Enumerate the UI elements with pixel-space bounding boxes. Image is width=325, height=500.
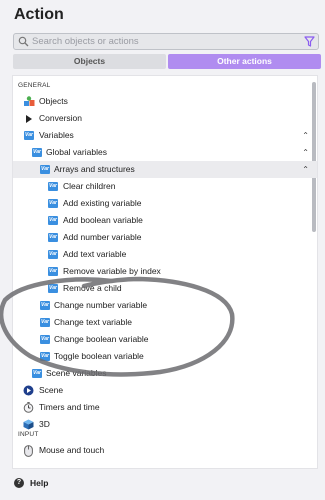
tree-label: Clear children xyxy=(63,181,116,191)
section-general: GENERAL xyxy=(18,82,51,89)
tree-item-conversion[interactable]: Conversion xyxy=(13,110,317,127)
tree-item-scene-variables[interactable]: Var Scene variables xyxy=(13,365,317,382)
variable-icon: Var xyxy=(40,335,50,344)
tree-item-3d[interactable]: 3D xyxy=(13,416,317,433)
tree-item-add-text-variable[interactable]: Var Add text variable xyxy=(13,246,317,263)
variable-icon: Var xyxy=(32,369,42,378)
tree-item-clear-children[interactable]: Var Clear children xyxy=(13,178,317,195)
tree-label: Remove a child xyxy=(63,283,122,293)
tree-item-remove-variable-by-index[interactable]: Var Remove variable by index xyxy=(13,263,317,280)
search-bar[interactable] xyxy=(13,33,319,50)
cube-3d-icon xyxy=(23,419,34,430)
tree-label: Global variables xyxy=(46,147,107,157)
tree-item-mouse-and-touch[interactable]: Mouse and touch xyxy=(13,442,317,459)
tree-item-add-existing-variable[interactable]: Var Add existing variable xyxy=(13,195,317,212)
variable-icon: Var xyxy=(48,233,58,242)
tree-label: Conversion xyxy=(39,113,82,123)
chevron-right-icon xyxy=(26,115,32,123)
help-label: Help xyxy=(30,477,49,488)
filter-icon[interactable] xyxy=(304,36,315,47)
tree-item-scene[interactable]: Scene xyxy=(13,382,317,399)
tree-item-change-text-variable[interactable]: Var Change text variable xyxy=(13,314,317,331)
tree-label: 3D xyxy=(39,419,50,429)
tree-item-toggle-boolean-variable[interactable]: Var Toggle boolean variable xyxy=(13,348,317,365)
tree-item-change-boolean-variable[interactable]: Var Change boolean variable xyxy=(13,331,317,348)
section-input: INPUT xyxy=(18,431,39,438)
tree-label: Add existing variable xyxy=(63,198,142,208)
tree-label: Arrays and structures xyxy=(54,164,135,174)
action-tree-panel: GENERAL Objects Conversion Var Variables… xyxy=(12,75,318,469)
tree-label: Variables xyxy=(39,130,74,140)
tree-label: Add number variable xyxy=(63,232,142,242)
tree-item-change-number-variable[interactable]: Var Change number variable xyxy=(13,297,317,314)
tree-label: Toggle boolean variable xyxy=(54,351,144,361)
variable-icon: Var xyxy=(48,199,58,208)
variable-icon: Var xyxy=(32,148,42,157)
tree-label: Scene xyxy=(39,385,64,395)
objects-icon xyxy=(24,96,35,106)
variable-icon: Var xyxy=(40,352,50,361)
tree-item-arrays-and-structures[interactable]: Var Arrays and structures ⌃ xyxy=(13,161,317,178)
mouse-icon xyxy=(24,445,33,457)
variable-icon: Var xyxy=(40,165,50,174)
search-input[interactable] xyxy=(32,34,292,49)
variable-icon: Var xyxy=(48,250,58,259)
timer-icon xyxy=(23,402,34,413)
variable-icon: Var xyxy=(48,182,58,191)
scene-icon xyxy=(23,385,34,396)
variable-icon: Var xyxy=(48,284,58,293)
tree-label: Mouse and touch xyxy=(39,445,105,455)
tree-label: Change boolean variable xyxy=(54,334,149,344)
search-icon xyxy=(18,36,29,47)
tree-label: Scene variables xyxy=(46,368,107,378)
help-icon: ? xyxy=(14,477,24,488)
tree-item-variables[interactable]: Var Variables ⌃ xyxy=(13,127,317,144)
tree-item-remove-a-child[interactable]: Var Remove a child xyxy=(13,280,317,297)
dialog-title: Action xyxy=(14,6,64,23)
help-link[interactable]: ? Help xyxy=(14,477,48,488)
tab-objects[interactable]: Objects xyxy=(13,54,166,69)
tree-label: Objects xyxy=(39,96,68,106)
tree-label: Change number variable xyxy=(54,300,148,310)
tree-item-objects[interactable]: Objects xyxy=(13,93,317,110)
tree-label: Timers and time xyxy=(39,402,100,412)
tab-bar: Objects Other actions xyxy=(13,54,321,69)
tree-label: Add boolean variable xyxy=(63,215,143,225)
tree-item-timers-and-time[interactable]: Timers and time xyxy=(13,399,317,416)
variable-icon: Var xyxy=(40,301,50,310)
tree-label: Change text variable xyxy=(54,317,132,327)
chevron-up-icon[interactable]: ⌃ xyxy=(302,127,309,144)
tree-label: Remove variable by index xyxy=(63,266,161,276)
tree-item-global-variables[interactable]: Var Global variables ⌃ xyxy=(13,144,317,161)
variable-icon: Var xyxy=(48,216,58,225)
variable-icon: Var xyxy=(24,131,34,140)
chevron-up-icon[interactable]: ⌃ xyxy=(302,144,309,161)
variable-icon: Var xyxy=(40,318,50,327)
tree-label: Add text variable xyxy=(63,249,127,259)
chevron-up-icon[interactable]: ⌃ xyxy=(302,161,309,178)
tree-item-add-number-variable[interactable]: Var Add number variable xyxy=(13,229,317,246)
tab-other-actions[interactable]: Other actions xyxy=(168,54,321,69)
variable-icon: Var xyxy=(48,267,58,276)
tree-item-add-boolean-variable[interactable]: Var Add boolean variable xyxy=(13,212,317,229)
